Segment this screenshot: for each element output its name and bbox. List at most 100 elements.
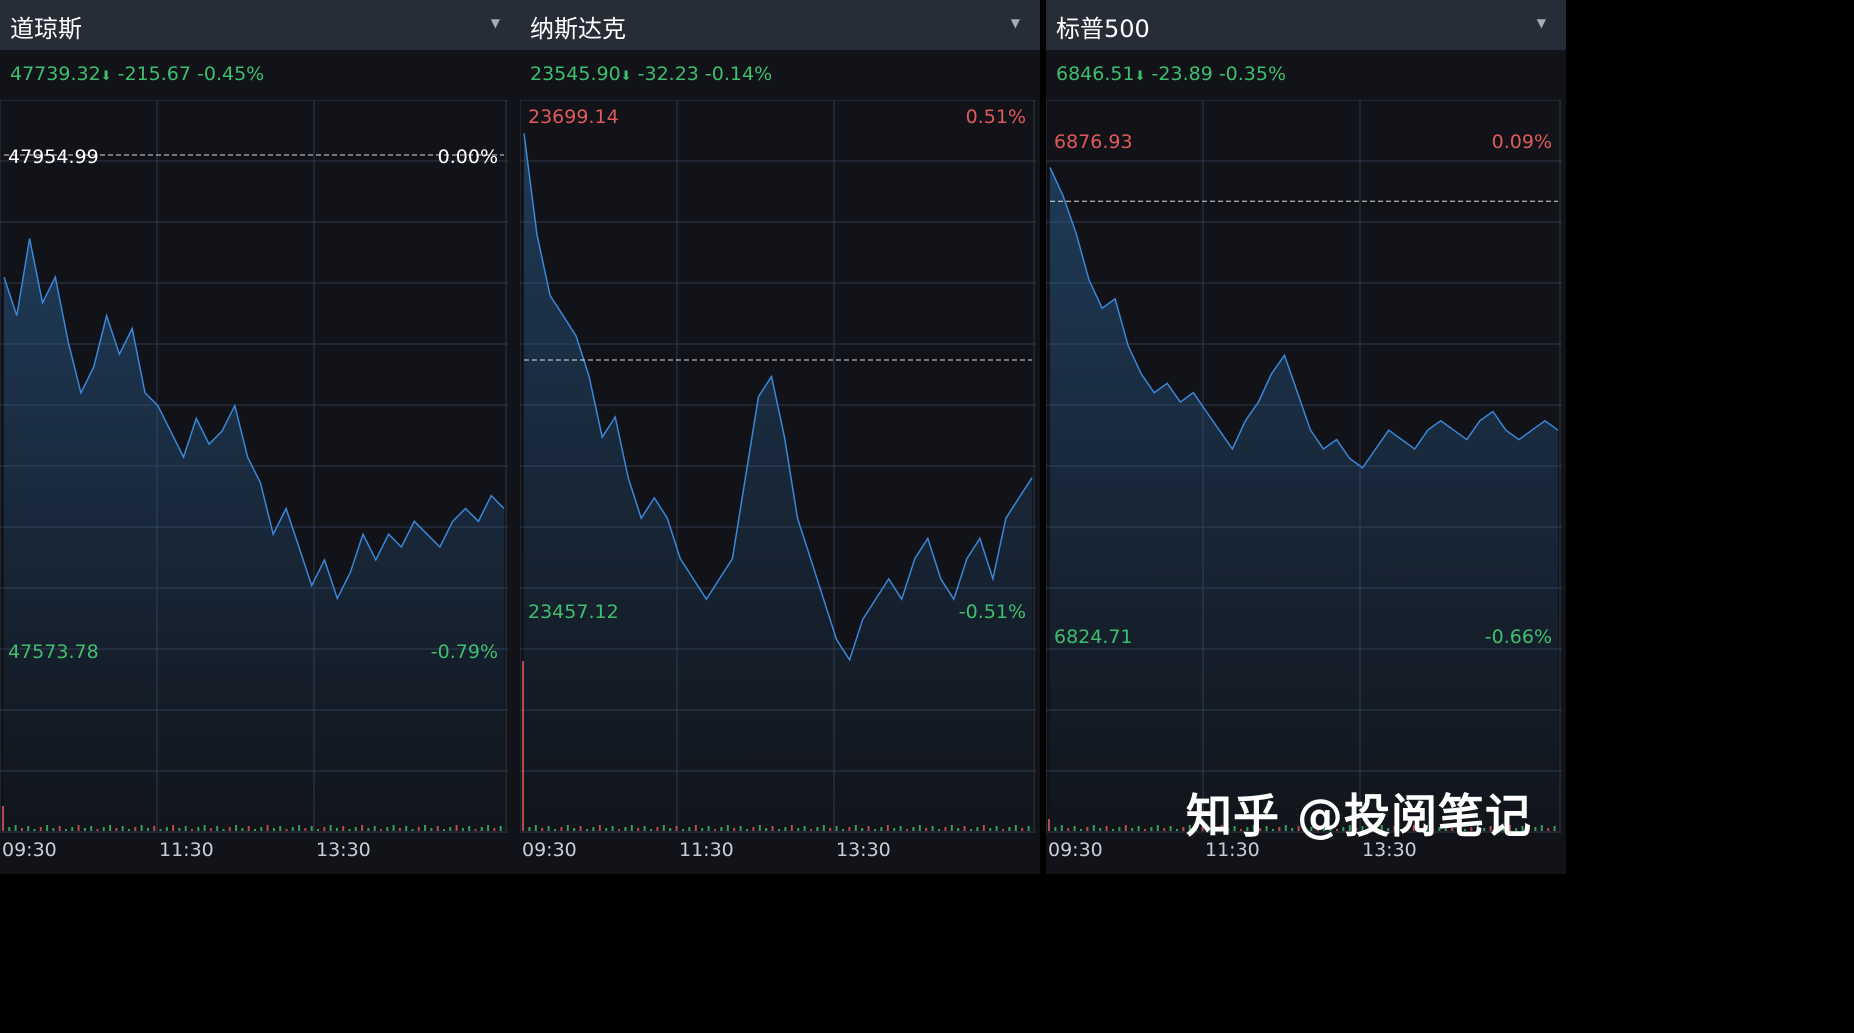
volume-bar <box>752 827 755 831</box>
volume-bar <box>714 829 716 831</box>
nasdaq-chart: 23699.14 0.51% 23457.12 -0.51% 09:30 11:30 13:… <box>520 100 1036 861</box>
volume-bar <box>323 827 326 831</box>
volume-bar <box>298 825 301 831</box>
high-pct-label: 0.00% <box>438 146 498 168</box>
volume-bar <box>178 828 181 831</box>
volume-bar <box>8 827 11 831</box>
volume-bar <box>560 827 563 831</box>
volume-bar <box>71 827 74 831</box>
volume-bar <box>235 825 238 831</box>
volume-bar <box>102 827 105 831</box>
volume-bar <box>317 829 319 831</box>
dow-pct: -0.45% <box>197 63 265 85</box>
volume-bar <box>1150 827 1153 831</box>
volume-bar <box>861 828 864 831</box>
volume-bar <box>547 826 550 831</box>
nasdaq-title: 纳斯达克 <box>530 15 626 43</box>
chevron-down-icon[interactable]: ▼ <box>1011 16 1020 30</box>
volume-bar <box>810 829 812 831</box>
volume-bar <box>899 826 902 831</box>
volume-bar <box>1124 825 1127 831</box>
volume-bar <box>304 828 307 831</box>
volume-bar <box>771 826 774 831</box>
volume-bar <box>329 825 332 831</box>
nasdaq-quote: 23545.90⬇ -32.23 -0.14% <box>530 63 772 85</box>
sp500-chart: 6876.93 0.09%6824.71 -0.66%09:30 11:30 13:30 <box>1046 100 1562 861</box>
volume-bar <box>159 829 162 831</box>
volume-bar <box>1169 826 1172 831</box>
series-area <box>1050 167 1558 831</box>
volume-bar <box>121 826 124 831</box>
volume-bar <box>480 827 483 831</box>
volume-bar <box>675 826 678 831</box>
volume-bar <box>976 827 979 831</box>
volume-bar <box>83 828 86 831</box>
volume-bar <box>474 829 477 831</box>
x-tick-label: 13:30 <box>316 839 371 861</box>
volume-bar <box>1021 828 1024 831</box>
volume-bar <box>765 828 768 831</box>
chevron-down-icon[interactable]: ▼ <box>1537 16 1546 30</box>
low-pct-label: -0.79% <box>431 641 498 663</box>
high-value-label: 6876.93 <box>1054 131 1133 153</box>
dow-change: -215.67 <box>117 63 191 85</box>
volume-bar <box>1048 819 1050 831</box>
volume-bar <box>522 661 524 831</box>
volume-bar <box>726 825 729 831</box>
volume-bar <box>260 827 263 831</box>
volume-bar <box>797 828 800 831</box>
volume-bar <box>14 825 17 831</box>
volume-bar <box>1131 828 1134 831</box>
nasdaq-header[interactable]: 纳斯达克 ▼ <box>520 0 1040 50</box>
volume-bar <box>1008 827 1011 831</box>
x-tick-label: 09:30 <box>2 839 57 861</box>
volume-bar <box>146 828 149 831</box>
high-value-label: 23699.14 <box>528 106 619 128</box>
volume-bar <box>411 829 414 831</box>
volume-bar <box>880 827 883 831</box>
volume-bar <box>803 826 806 831</box>
volume-bar <box>203 825 206 831</box>
volume-bar <box>493 828 496 831</box>
volume-bar <box>579 826 582 831</box>
volume-bar <box>39 827 42 831</box>
sp500-header[interactable]: 标普500 ▼ <box>1046 0 1566 50</box>
volume-bar <box>172 825 175 831</box>
chevron-down-icon[interactable]: ▼ <box>491 16 500 30</box>
volume-bar <box>272 828 275 831</box>
volume-bar <box>611 826 614 831</box>
nasdaq-change: -32.23 <box>637 63 699 85</box>
volume-bar <box>197 827 200 831</box>
volume-bar <box>688 827 691 831</box>
sp500-change: -23.89 <box>1151 63 1213 85</box>
volume-bar <box>27 826 30 831</box>
volume-bar <box>733 828 736 831</box>
volume-bar <box>842 829 844 831</box>
volume-bar <box>1547 828 1550 831</box>
volume-bar <box>707 826 710 831</box>
volume-bar <box>1553 826 1556 831</box>
volume-bar <box>694 825 697 831</box>
dow-chart: 47954.99 0.00% 47573.78 -0.79% 09:30 11:30 13:… <box>0 100 508 861</box>
dow-quote: 47739.32⬇ -215.67 -0.45% <box>10 63 264 85</box>
volume-bar <box>285 829 288 831</box>
volume-bar <box>165 827 168 831</box>
volume-bar <box>541 828 544 831</box>
volume-bar <box>380 829 382 831</box>
volume-bar <box>1112 829 1114 831</box>
volume-bar <box>46 825 49 831</box>
dow-header[interactable]: 道琼斯 ▼ <box>0 0 520 50</box>
volume-bar <box>1182 827 1185 831</box>
nasdaq-price: 23545.90 <box>530 63 621 85</box>
nasdaq-panel: 纳斯达克 ▼ 23545.90⬇ -32.23 -0.14% 23699.14 0… <box>520 0 1040 874</box>
volume-bar <box>758 825 761 831</box>
volume-bar <box>1027 826 1030 831</box>
volume-bar <box>109 825 112 831</box>
volume-bar <box>586 829 588 831</box>
volume-bar <box>1060 825 1063 831</box>
volume-bar <box>33 829 36 831</box>
volume-bar <box>1086 827 1089 831</box>
volume-bar <box>650 829 652 831</box>
volume-bar <box>970 829 972 831</box>
volume-bar <box>867 826 870 831</box>
